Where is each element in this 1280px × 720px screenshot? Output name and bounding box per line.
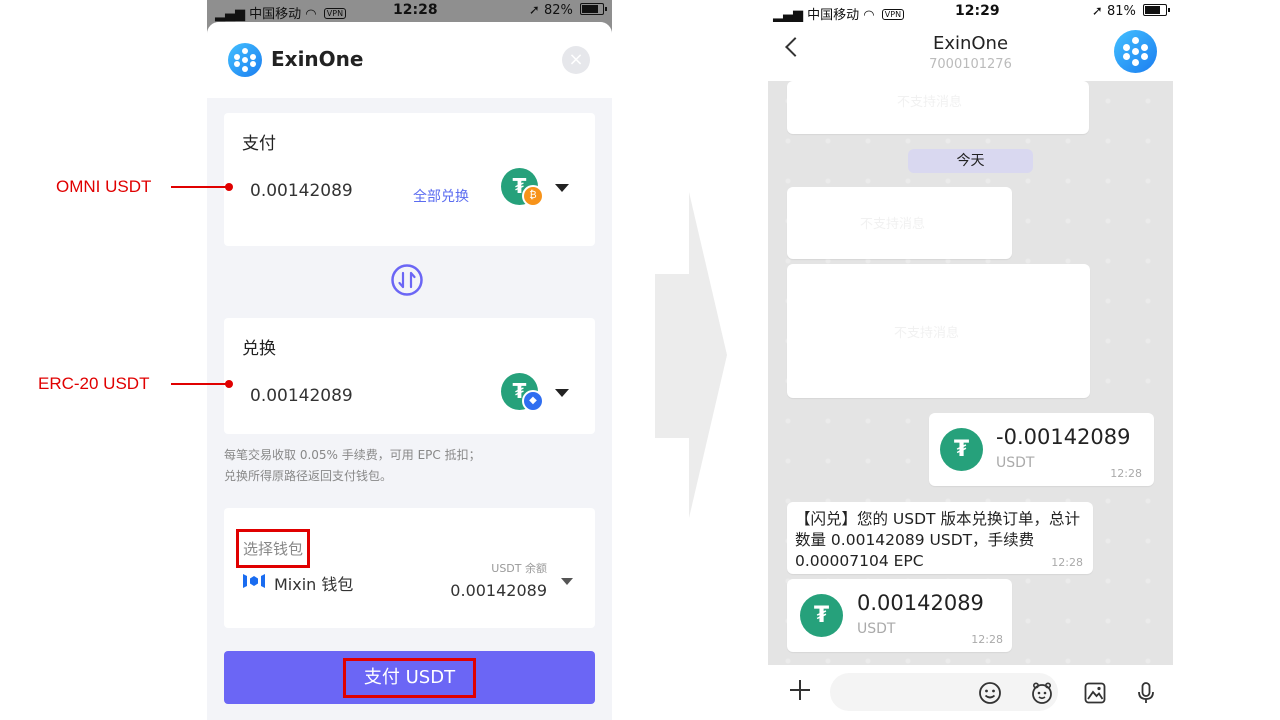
bitcoin-badge-icon: ₿ [522,185,544,207]
mixin-wallet-icon [243,574,265,588]
message-input-bar [768,665,1173,720]
transfer-message-sent[interactable]: ₮ -0.00142089 USDT 12:28 [929,413,1154,486]
transfer-symbol: USDT [857,621,896,637]
message-input[interactable] [830,673,1058,711]
ethereum-badge-icon: ◆ [522,390,544,412]
pay-card: 支付 0.00142089 全部兑换 ₮ ₿ [224,113,595,246]
pay-asset-dropdown-icon[interactable] [555,184,569,192]
swap-all-link[interactable]: 全部兑换 [413,186,469,206]
pay-label: 支付 [242,134,276,154]
status-bar: ▂▄▆ 中国移动 ◠ VPN 12:28 ➚ 82% [207,0,612,22]
vpn-badge: VPN [323,8,347,19]
chat-title: ExinOne [932,33,1009,54]
unsupported-message-bubble: 不支持消息 [787,264,1090,398]
swap-card: 兑换 0.00142089 ₮ ◆ [224,318,595,434]
wifi-icon: ◠ [863,8,875,23]
carrier-text: ▂▄▆ 中国移动 ◠ VPN [773,4,905,23]
signal-icon: ▂▄▆ [773,8,803,23]
exinone-avatar-icon[interactable] [1114,30,1157,73]
plus-icon[interactable] [790,680,810,700]
wallet-card: 选择钱包 Mixin 钱包 USDT 余额 0.00142089 [224,508,595,628]
wallet-dropdown-icon[interactable] [561,578,573,585]
annotation-omni-usdt: OMNI USDT [56,177,152,196]
location-icon: ➚ [1091,4,1103,19]
swap-label: 兑换 [242,339,276,359]
emoji-icon[interactable] [978,681,1002,705]
text-message[interactable]: 【闪兑】您的 USDT 版本兑换订单，总计数量 0.00142089 USDT，… [787,502,1093,574]
close-button[interactable]: × [562,46,590,74]
close-icon: × [568,49,584,70]
sheet-title: ExinOne [271,47,364,71]
annotation-erc20-line [171,383,229,385]
swap-direction-icon[interactable] [391,264,423,296]
left-phone-screen: ▂▄▆ 中国移动 ◠ VPN 12:28 ➚ 82% ExinOne × 支付 … [207,0,612,720]
transfer-amount: -0.00142089 [996,425,1131,449]
battery-icon [580,3,607,15]
annotation-omni-line [171,186,229,188]
fee-note-line2: 兑换所得原路径返回支付钱包。 [224,469,393,483]
transfer-symbol: USDT [996,455,1035,471]
signal-icon: ▂▄▆ [215,7,245,22]
swap-asset-dropdown-icon[interactable] [555,389,569,397]
unsupported-message-text: 不支持消息 [860,217,926,232]
exinone-logo-icon [228,43,262,77]
swap-asset-selector[interactable]: ₮ ◆ [501,373,544,412]
usdt-coin-icon: ₮ [940,428,983,471]
carrier-text: ▂▄▆ 中国移动 ◠ VPN [215,3,347,22]
message-time: 12:28 [1110,467,1142,480]
balance-value: 0.00142089 [450,581,547,600]
flow-arrow-icon [655,192,727,518]
battery-status: ➚ 82% [528,3,607,18]
chat-id: 7000101276 [929,57,1012,72]
message-text: 【闪兑】您的 USDT 版本兑换订单，总计数量 0.00142089 USDT，… [795,510,1080,570]
status-time: 12:29 [955,3,1000,19]
status-bar: ▂▄▆ 中国移动 ◠ VPN 12:29 ➚ 81% [768,0,1173,23]
fee-note-line1: 每笔交易收取 0.05% 手续费，可用 EPC 抵扣； [224,448,481,462]
fee-note: 每笔交易收取 0.05% 手续费，可用 EPC 抵扣； 兑换所得原路径返回支付钱… [224,445,595,487]
battery-status: ➚ 81% [1091,4,1170,19]
message-time: 12:28 [1051,556,1083,569]
balance-label: USDT 余额 [491,562,547,575]
image-icon[interactable] [1083,681,1107,705]
unsupported-message-bubble: 不支持消息 [787,81,1089,134]
wifi-icon: ◠ [305,7,317,22]
message-time: 12:28 [971,633,1003,646]
sheet-header: ExinOne × [207,22,612,98]
unsupported-message-bubble: 不支持消息 [787,187,1012,259]
pay-amount-input[interactable]: 0.00142089 [250,181,353,201]
sticker-icon[interactable] [1030,681,1054,705]
right-phone-screen: ▂▄▆ 中国移动 ◠ VPN 12:29 ➚ 81% ExinOne 70001… [768,0,1173,720]
swap-amount-value: 0.00142089 [250,386,353,406]
microphone-icon[interactable] [1134,681,1158,705]
annotation-erc20-dot [225,380,233,388]
annotation-erc20-usdt: ERC-20 USDT [38,374,150,393]
pay-usdt-button[interactable]: 支付 USDT [224,651,595,704]
transfer-message-received[interactable]: ₮ 0.00142089 USDT 12:28 [787,579,1012,652]
select-wallet-label: 选择钱包 [236,529,311,568]
chat-message-list[interactable]: 不支持消息 今天 不支持消息 不支持消息 ₮ -0.00142089 USDT … [768,81,1173,665]
location-icon: ➚ [528,3,540,18]
unsupported-message-text: 不支持消息 [897,95,963,110]
wallet-name[interactable]: Mixin 钱包 [274,571,353,595]
vpn-badge: VPN [881,9,905,20]
status-time: 12:28 [393,2,438,18]
usdt-coin-icon: ₮ [800,594,843,637]
chat-header: ExinOne 7000101276 [768,22,1173,81]
pay-asset-selector[interactable]: ₮ ₿ [501,168,544,207]
date-divider: 今天 [908,149,1033,173]
pay-button-label: 支付 USDT [342,658,477,698]
battery-icon [1143,4,1170,16]
transfer-amount: 0.00142089 [857,591,984,615]
annotation-omni-dot [225,183,233,191]
payment-sheet: ExinOne × 支付 0.00142089 全部兑换 ₮ ₿ 兑换 0.00… [207,22,612,720]
unsupported-message-text: 不支持消息 [894,326,960,341]
